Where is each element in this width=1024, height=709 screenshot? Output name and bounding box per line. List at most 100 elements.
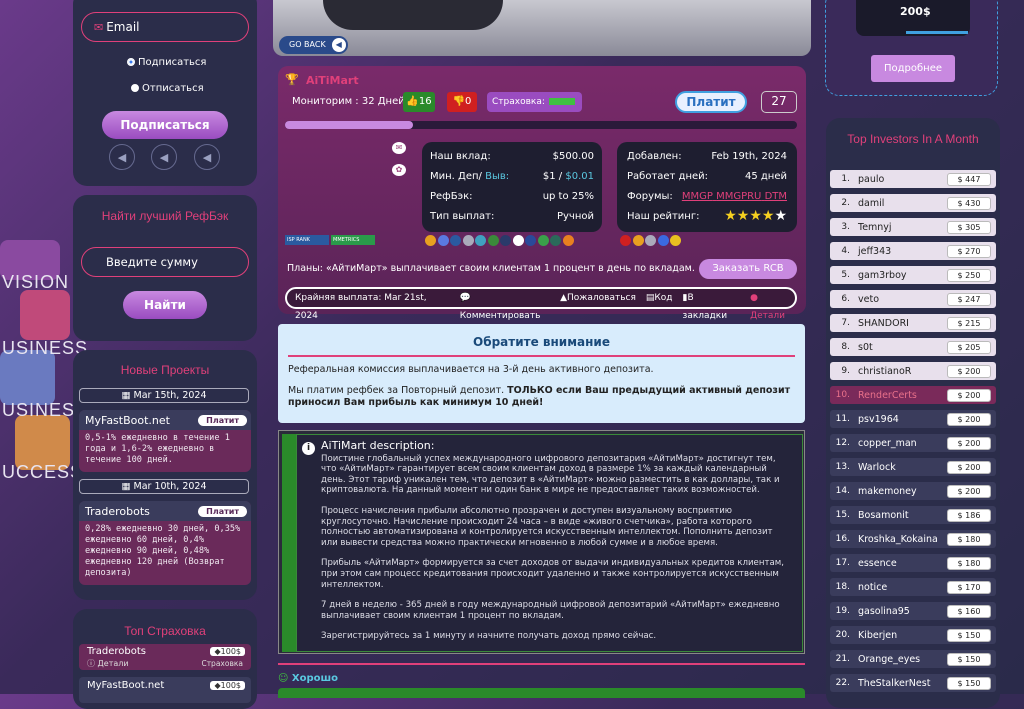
investor-row[interactable]: 13. Warlock $ 200 xyxy=(830,458,996,476)
investor-row[interactable]: 19. gasolina95 $ 160 xyxy=(830,602,996,620)
forum-link[interactable]: MMGP xyxy=(682,191,713,202)
investor-name[interactable]: TheStalkerNest xyxy=(850,678,947,689)
insurance-item[interactable]: Tradеrobots ⓘ Детали ◆100$ Страховка xyxy=(79,644,251,670)
info-icon[interactable]: ✿ xyxy=(392,164,406,176)
promo-banner[interactable]: 200$ xyxy=(856,0,970,36)
investor-name[interactable]: jeff343 xyxy=(850,246,947,257)
insurance-details-link[interactable]: Детали xyxy=(98,659,129,668)
info-value: $1 / xyxy=(542,170,563,182)
more-button[interactable]: Подробнее xyxy=(871,55,955,82)
investor-name[interactable]: notice xyxy=(850,582,947,593)
promo-underline xyxy=(906,31,968,34)
investor-name[interactable]: SHANDORI xyxy=(850,318,947,329)
details-link[interactable]: ● Детали xyxy=(750,289,795,321)
investor-row[interactable]: 3. Temnyj $ 305 xyxy=(830,218,996,236)
investor-name[interactable]: veto xyxy=(850,294,947,305)
project-card[interactable]: Traderobots Платит 0,28% ежедневно 30 дне… xyxy=(79,501,251,585)
investor-name[interactable]: Warlock xyxy=(850,462,947,473)
forum-link[interactable]: MMGPRU xyxy=(716,191,761,202)
investor-row[interactable]: 16. Kroshka_Kokaina $ 180 xyxy=(830,530,996,548)
investor-name[interactable]: christianoR xyxy=(850,366,947,377)
info-row: Наш рейтинг: ★★★★★ xyxy=(627,206,787,226)
investor-name[interactable]: copper_man xyxy=(850,438,947,449)
code-link[interactable]: ▤Код xyxy=(646,289,673,307)
investor-row[interactable]: 9. christianoR $ 200 xyxy=(830,362,996,380)
info-row: РефБэк: up to 25% xyxy=(430,186,594,206)
find-button[interactable]: Найти xyxy=(123,291,207,319)
investor-row[interactable]: 14. makemoney $ 200 xyxy=(830,482,996,500)
insurance-item[interactable]: MyFastBoot.net ◆100$ xyxy=(79,677,251,703)
tron-icon xyxy=(475,235,486,246)
subscribe-radio[interactable]: Подписаться xyxy=(127,57,206,68)
investor-row[interactable]: 21. Orange_eyes $ 150 xyxy=(830,650,996,668)
comment-link[interactable]: 💬Комментировать xyxy=(460,289,550,321)
investor-name[interactable]: Bosamonit xyxy=(850,510,947,521)
insurance-name[interactable]: MyFastBoot.net xyxy=(87,680,164,691)
investor-row[interactable]: 17. essence $ 180 xyxy=(830,554,996,572)
smile-icon: ☺ xyxy=(278,673,292,684)
tether-icon xyxy=(487,235,499,246)
subscribe-button[interactable]: Подписаться xyxy=(102,111,228,139)
project-card[interactable]: MyFastBoot.net Платит 0,5-1% ежедневно в … xyxy=(79,410,251,472)
investor-row[interactable]: 2. damil $ 430 xyxy=(830,194,996,212)
investor-name[interactable]: RenderCerts xyxy=(850,390,947,401)
investor-name[interactable]: Temnyj xyxy=(850,222,947,233)
investor-row[interactable]: 12. copper_man $ 200 xyxy=(830,434,996,452)
dislike-button[interactable]: 👎0 xyxy=(447,92,477,112)
investor-amount: $ 430 xyxy=(947,196,991,210)
insurance-amount: ◆100$ xyxy=(210,647,245,656)
star-icon: ★ xyxy=(736,208,750,224)
project-header: MyFastBoot.net Платит xyxy=(79,410,251,430)
rating-stars: ★★★★★ xyxy=(724,208,787,224)
investor-row[interactable]: 18. notice $ 170 xyxy=(830,578,996,596)
unsubscribe-radio[interactable]: Отписаться xyxy=(131,83,204,94)
project-name[interactable]: MyFastBoot.net xyxy=(85,414,170,427)
investor-name[interactable]: gam3rboy xyxy=(850,270,947,281)
hero-image xyxy=(273,0,811,56)
investor-name[interactable]: Kroshka_Kokaina xyxy=(850,534,947,545)
investor-row[interactable]: 20. Kiberjen $ 150 xyxy=(830,626,996,644)
social-icon[interactable]: ◀ xyxy=(151,144,177,170)
investor-name[interactable]: makemoney xyxy=(850,486,947,497)
social-icon[interactable]: ◀ xyxy=(194,144,220,170)
investor-name[interactable]: damil xyxy=(850,198,947,209)
investor-row[interactable]: 22. TheStalkerNest $ 150 xyxy=(830,674,996,692)
investor-rank: 3. xyxy=(841,222,850,232)
investor-name[interactable]: psv1964 xyxy=(850,414,947,425)
background-puzzle-decoration: VISION USINESS USINESS UCCESS xyxy=(0,230,87,530)
investor-row[interactable]: 15. Bosamonit $ 186 xyxy=(830,506,996,524)
investor-name[interactable]: Orange_eyes xyxy=(850,654,947,665)
complain-link[interactable]: ▲Пожаловаться xyxy=(560,289,636,307)
info-label: Выв: xyxy=(485,170,510,182)
investor-row[interactable]: 5. gam3rboy $ 250 xyxy=(830,266,996,284)
social-icon[interactable]: ◀ xyxy=(109,144,135,170)
like-button[interactable]: 👍16 xyxy=(403,92,435,112)
investor-name[interactable]: s0t xyxy=(850,342,947,353)
project-title[interactable]: AiTiMart xyxy=(306,74,359,87)
go-back-button[interactable]: GO BACK ◀ xyxy=(279,36,348,54)
investor-name[interactable]: gasolina95 xyxy=(850,606,947,617)
investor-row[interactable]: 11. psv1964 $ 200 xyxy=(830,410,996,428)
investor-row[interactable]: 1. paulo $ 447 xyxy=(830,170,996,188)
status-button[interactable]: Платит xyxy=(675,91,747,113)
amount-input[interactable]: Введите сумму xyxy=(81,247,249,277)
investor-rank: 21. xyxy=(835,654,850,664)
investor-row[interactable]: 4. jeff343 $ 270 xyxy=(830,242,996,260)
insurance-amount: ◆100$ xyxy=(210,681,245,690)
investor-name[interactable]: paulo xyxy=(850,174,947,185)
investor-row[interactable]: 10. RenderCerts $ 200 xyxy=(830,386,996,404)
investor-rank: 11. xyxy=(835,414,850,424)
investor-row[interactable]: 7. SHANDORI $ 215 xyxy=(830,314,996,332)
email-field[interactable]: ✉ Email xyxy=(81,12,249,42)
order-rcb-button[interactable]: Заказать RCB xyxy=(699,259,797,279)
project-name[interactable]: Traderobots xyxy=(85,505,150,518)
insurance-name[interactable]: Tradеrobots xyxy=(87,646,146,657)
investor-row[interactable]: 6. veto $ 247 xyxy=(830,290,996,308)
investor-name[interactable]: essence xyxy=(850,558,947,569)
investor-row[interactable]: 8. s0t $ 205 xyxy=(830,338,996,356)
investor-amount: $ 205 xyxy=(947,340,991,354)
forum-link[interactable]: DTM xyxy=(765,191,787,202)
bookmark-link[interactable]: ▮В закладки xyxy=(683,289,741,321)
mail-icon[interactable]: ✉ xyxy=(392,142,406,154)
investor-name[interactable]: Kiberjen xyxy=(850,630,947,641)
